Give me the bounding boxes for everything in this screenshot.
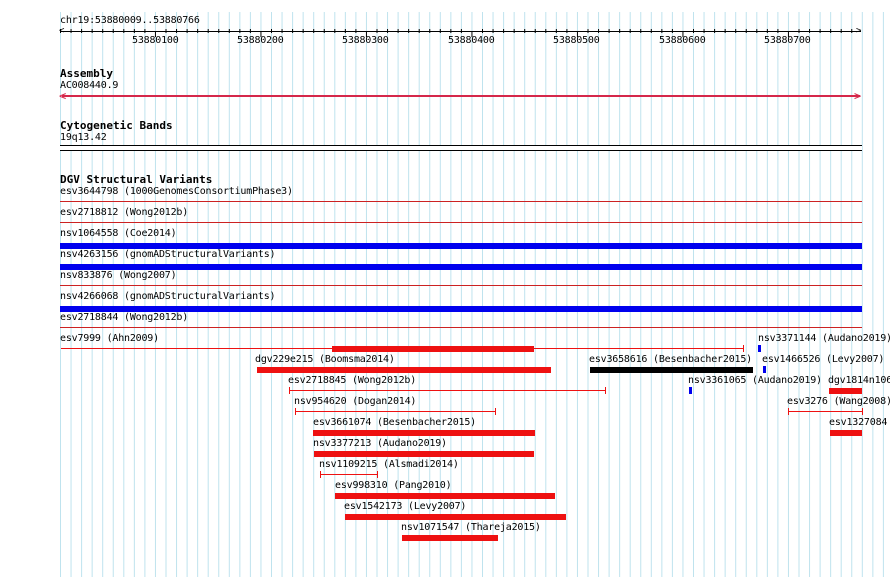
assembly-name: AC008440.9 — [60, 80, 119, 91]
ruler-tick-label: 53880600 — [659, 35, 706, 46]
ruler-tick-label: 53880400 — [448, 35, 495, 46]
dgv-variant-label[interactable]: esv1466526 (Levy2007) — [762, 354, 884, 366]
dgv-variant-label[interactable]: esv2718844 (Wong2012b) — [60, 312, 188, 324]
dgv-variant-label[interactable]: nsv1071547 (Thareja2015) — [401, 522, 541, 534]
cytoband-track-title: Cytogenetic Bands — [60, 119, 173, 132]
dgv-variant-endcap — [605, 387, 606, 394]
dgv-variant-bar[interactable] — [295, 411, 495, 412]
assembly-track-title: Assembly — [60, 67, 113, 80]
genome-browser-view: chr19:53880009..53880766 < > 53880100 538… — [0, 0, 890, 577]
dgv-variant-label[interactable]: esv2718845 (Wong2012b) — [288, 375, 416, 387]
dgv-variant-label[interactable]: esv1327084 — [829, 417, 887, 429]
dgv-variant-label[interactable]: esv2718812 (Wong2012b) — [60, 207, 188, 219]
dgv-variant-endcap — [743, 345, 744, 352]
dgv-variant-bar[interactable] — [314, 451, 534, 457]
ruler-tick-label: 53880300 — [342, 35, 389, 46]
dgv-variant-endcap — [295, 408, 296, 415]
ruler-axis — [61, 31, 861, 32]
dgv-variant-endcap — [289, 387, 290, 394]
dgv-variant-bar[interactable] — [830, 430, 862, 436]
dgv-variant-bar[interactable] — [332, 346, 534, 352]
dgv-variant-bar[interactable] — [788, 411, 862, 412]
dgv-variant-bar[interactable] — [590, 367, 753, 373]
dgv-variant-label[interactable]: esv3276 (Wang2008) — [787, 396, 890, 408]
dgv-variant-bar[interactable] — [60, 327, 862, 328]
dgv-variant-label[interactable]: nsv1064558 (Coe2014) — [60, 228, 177, 240]
dgv-variant-bar[interactable] — [257, 367, 551, 373]
dgv-variant-bar[interactable] — [345, 514, 566, 520]
dgv-variant-bar[interactable] — [60, 264, 862, 270]
dgv-variant-label[interactable]: esv3644798 (1000GenomesConsortiumPhase3) — [60, 186, 293, 198]
dgv-variant-bar[interactable] — [60, 201, 862, 202]
dgv-variant-bar[interactable] — [320, 474, 377, 475]
dgv-variant-label[interactable]: dgv229e215 (Boomsma2014) — [255, 354, 395, 366]
dgv-variant-label[interactable]: nsv4263156 (gnomADStructuralVariants) — [60, 249, 276, 261]
dgv-variant-endcap — [495, 408, 496, 415]
dgv-variant-label[interactable]: nsv3371144 (Audano2019) — [758, 333, 890, 345]
dgv-variant-endcap — [377, 471, 378, 478]
dgv-variant-bar[interactable] — [402, 535, 498, 541]
dgv-variant-label[interactable]: esv7999 (Ahn2009) — [60, 333, 159, 345]
dgv-variant-label[interactable]: nsv1109215 (Alsmadi2014) — [319, 459, 459, 471]
dgv-variant-label[interactable]: esv1542173 (Levy2007) — [344, 501, 466, 513]
cytoband-name: 19q13.42 — [60, 132, 107, 143]
dgv-variant-label[interactable]: dgv1814n106 — [828, 375, 890, 387]
dgv-variant-label[interactable]: nsv3361065 (Audano2019) — [688, 375, 822, 387]
dgv-variant-label[interactable]: nsv4266068 (gnomADStructuralVariants) — [60, 291, 276, 303]
ruler-location: chr19:53880009..53880766 — [60, 15, 200, 26]
dgv-variant-label[interactable]: nsv3377213 (Audano2019) — [313, 438, 447, 450]
assembly-left-arrow-icon: < — [59, 89, 67, 103]
dgv-variant-label[interactable]: nsv954620 (Dogan2014) — [294, 396, 416, 408]
dgv-track-title: DGV Structural Variants — [60, 173, 213, 186]
dgv-variant-endcap — [788, 408, 789, 415]
assembly-right-arrow-icon: > — [854, 89, 862, 103]
ruler-right-arrow-icon: > — [856, 26, 862, 36]
assembly-feature[interactable] — [62, 95, 860, 97]
dgv-variant-bar[interactable] — [758, 345, 761, 352]
dgv-variant-bar[interactable] — [60, 222, 862, 223]
dgv-variant-endcap — [862, 408, 863, 415]
dgv-variant-label[interactable]: esv3661074 (Besenbacher2015) — [313, 417, 476, 429]
dgv-variant-bar[interactable] — [335, 493, 555, 499]
ruler-tick-label: 53880700 — [764, 35, 811, 46]
dgv-variant-bar[interactable] — [689, 387, 692, 394]
dgv-variant-bar[interactable] — [60, 285, 862, 286]
dgv-variant-label[interactable]: nsv833876 (Wong2007) — [60, 270, 177, 282]
ruler-tick-label: 53880200 — [237, 35, 284, 46]
dgv-variant-label[interactable]: esv3658616 (Besenbacher2015) — [589, 354, 752, 366]
ruler-tick-label: 53880500 — [553, 35, 600, 46]
dgv-variant-label[interactable]: esv998310 (Pang2010) — [335, 480, 452, 492]
dgv-variant-bar[interactable] — [763, 366, 766, 373]
dgv-variant-endcap — [320, 471, 321, 478]
ruler-left-arrow-icon: < — [59, 26, 65, 36]
cytoband-feature[interactable] — [60, 145, 862, 151]
dgv-variant-bar[interactable] — [829, 388, 862, 394]
dgv-variant-bar[interactable] — [313, 430, 535, 436]
dgv-variant-bar[interactable] — [289, 390, 605, 391]
ruler-tick-label: 53880100 — [132, 35, 179, 46]
